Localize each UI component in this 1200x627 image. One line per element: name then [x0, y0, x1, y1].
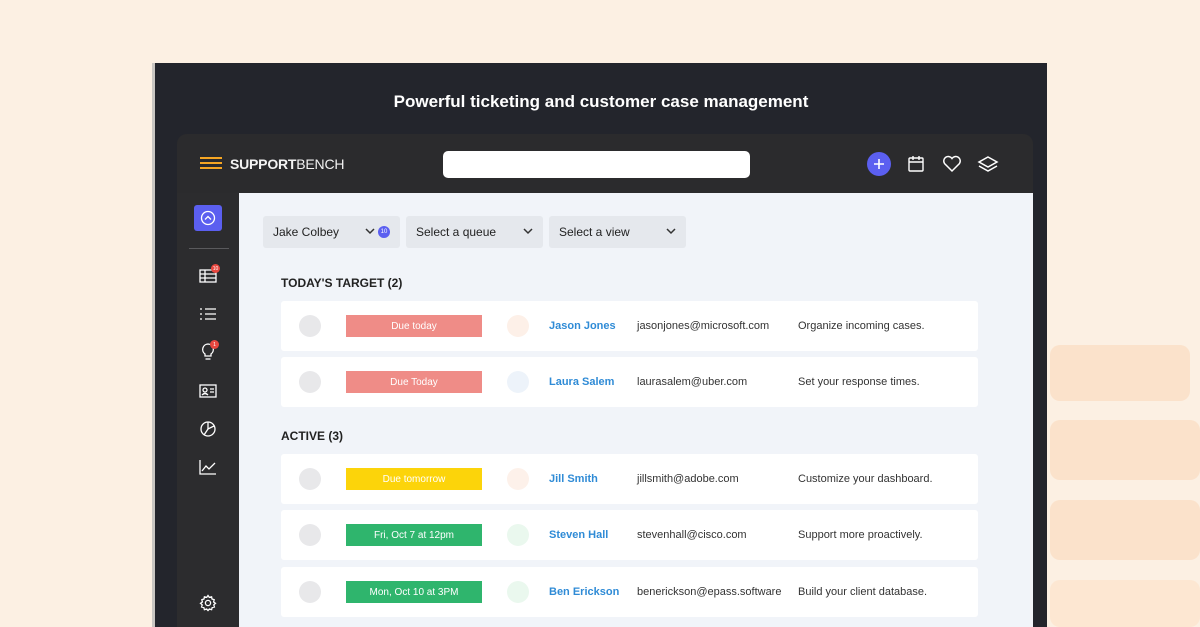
brand[interactable]: SUPPORTBENCH — [200, 156, 344, 172]
section-title: TODAY'S TARGET (2) — [281, 276, 403, 290]
customer-email: jillsmith@adobe.com — [637, 473, 739, 485]
main-content: Jake Colbey 10 Select a queue Select a v… — [239, 193, 1033, 627]
row-checkbox[interactable] — [299, 581, 321, 603]
customer-name[interactable]: Jill Smith — [549, 473, 598, 485]
agent-count-badge: 10 — [378, 226, 390, 238]
customer-name[interactable]: Laura Salem — [549, 376, 614, 388]
customer-email: jasonjones@microsoft.com — [637, 320, 770, 332]
agent-dropdown[interactable]: Jake Colbey 10 — [263, 216, 400, 248]
due-badge: Due Today — [346, 371, 482, 393]
sidebar-divider — [189, 248, 229, 249]
calendar-icon[interactable] — [905, 153, 927, 175]
ticket-subject: Organize incoming cases. — [798, 320, 925, 332]
layers-icon[interactable] — [977, 153, 999, 175]
table-icon[interactable]: 10 — [198, 264, 220, 286]
gear-icon[interactable] — [198, 593, 218, 613]
sidebar: 10 1 — [177, 193, 239, 627]
section-title: ACTIVE (3) — [281, 429, 344, 443]
customer-email: laurasalem@uber.com — [637, 376, 748, 388]
customer-name[interactable]: Steven Hall — [549, 529, 608, 541]
row-checkbox[interactable] — [299, 524, 321, 546]
queue-label: Select a queue — [416, 225, 497, 239]
avatar — [507, 524, 529, 546]
home-icon[interactable] — [194, 205, 222, 231]
topbar-actions — [867, 152, 999, 176]
row-checkbox[interactable] — [299, 315, 321, 337]
ticket-row[interactable]: Due Today Laura Salem laurasalem@uber.co… — [281, 357, 978, 407]
ticket-row[interactable]: Due tomorrow Jill Smith jillsmith@adobe.… — [281, 454, 978, 504]
due-badge: Fri, Oct 7 at 12pm — [346, 524, 482, 546]
app-window: SUPPORTBENCH 10 1 Jake Colbey 10 Select … — [177, 134, 1033, 627]
ticket-subject: Build your client database. — [798, 586, 928, 598]
heart-icon[interactable] — [941, 153, 963, 175]
filter-bar: Jake Colbey 10 Select a queue Select a v… — [263, 216, 686, 248]
ticket-subject: Set your response times. — [798, 376, 920, 388]
avatar — [507, 315, 529, 337]
ticket-subject: Customize your dashboard. — [798, 473, 933, 485]
chevron-down-icon — [666, 227, 676, 238]
row-checkbox[interactable] — [299, 371, 321, 393]
background-logo-shape — [1050, 580, 1200, 627]
pie-chart-icon[interactable] — [198, 419, 218, 439]
ticket-row[interactable]: Mon, Oct 10 at 3PM Ben Erickson benerick… — [281, 567, 978, 617]
headline: Powerful ticketing and customer case man… — [393, 92, 809, 111]
due-badge: Mon, Oct 10 at 3PM — [346, 581, 482, 603]
chevron-down-icon — [365, 227, 375, 238]
list-icon[interactable] — [198, 304, 218, 324]
view-label: Select a view — [559, 225, 630, 239]
view-dropdown[interactable]: Select a view — [549, 216, 686, 248]
lightbulb-icon[interactable]: 1 — [198, 340, 219, 362]
customer-name[interactable]: Ben Erickson — [549, 586, 619, 598]
background-logo-shape — [1050, 420, 1200, 480]
badge-count: 10 — [211, 264, 220, 273]
avatar — [507, 581, 529, 603]
background-logo-shape — [1050, 345, 1190, 401]
avatar — [507, 371, 529, 393]
promo-frame: Powerful ticketing and customer case man… — [155, 63, 1047, 627]
plus-icon[interactable] — [867, 152, 891, 176]
ticket-row[interactable]: Fri, Oct 7 at 12pm Steven Hall stevenhal… — [281, 510, 978, 560]
agent-name: Jake Colbey — [273, 225, 340, 239]
customer-name[interactable]: Jason Jones — [549, 320, 616, 332]
background-logo-shape — [1050, 500, 1200, 560]
customer-email: stevenhall@cisco.com — [637, 529, 747, 541]
ticket-row[interactable]: Due today Jason Jones jasonjones@microso… — [281, 301, 978, 351]
due-badge: Due tomorrow — [346, 468, 482, 490]
contact-card-icon[interactable] — [198, 381, 218, 401]
line-chart-icon[interactable] — [198, 457, 218, 477]
ticket-subject: Support more proactively. — [798, 529, 923, 541]
customer-email: benerickson@epass.software — [637, 586, 782, 598]
due-badge: Due today — [346, 315, 482, 337]
chevron-down-icon — [523, 227, 533, 238]
avatar — [507, 468, 529, 490]
search-input[interactable] — [443, 151, 750, 178]
bench-logo-icon — [200, 156, 222, 172]
badge-count: 1 — [210, 340, 219, 349]
queue-dropdown[interactable]: Select a queue — [406, 216, 543, 248]
row-checkbox[interactable] — [299, 468, 321, 490]
topbar: SUPPORTBENCH — [177, 134, 1033, 193]
brand-name: SUPPORTBENCH — [230, 156, 345, 172]
